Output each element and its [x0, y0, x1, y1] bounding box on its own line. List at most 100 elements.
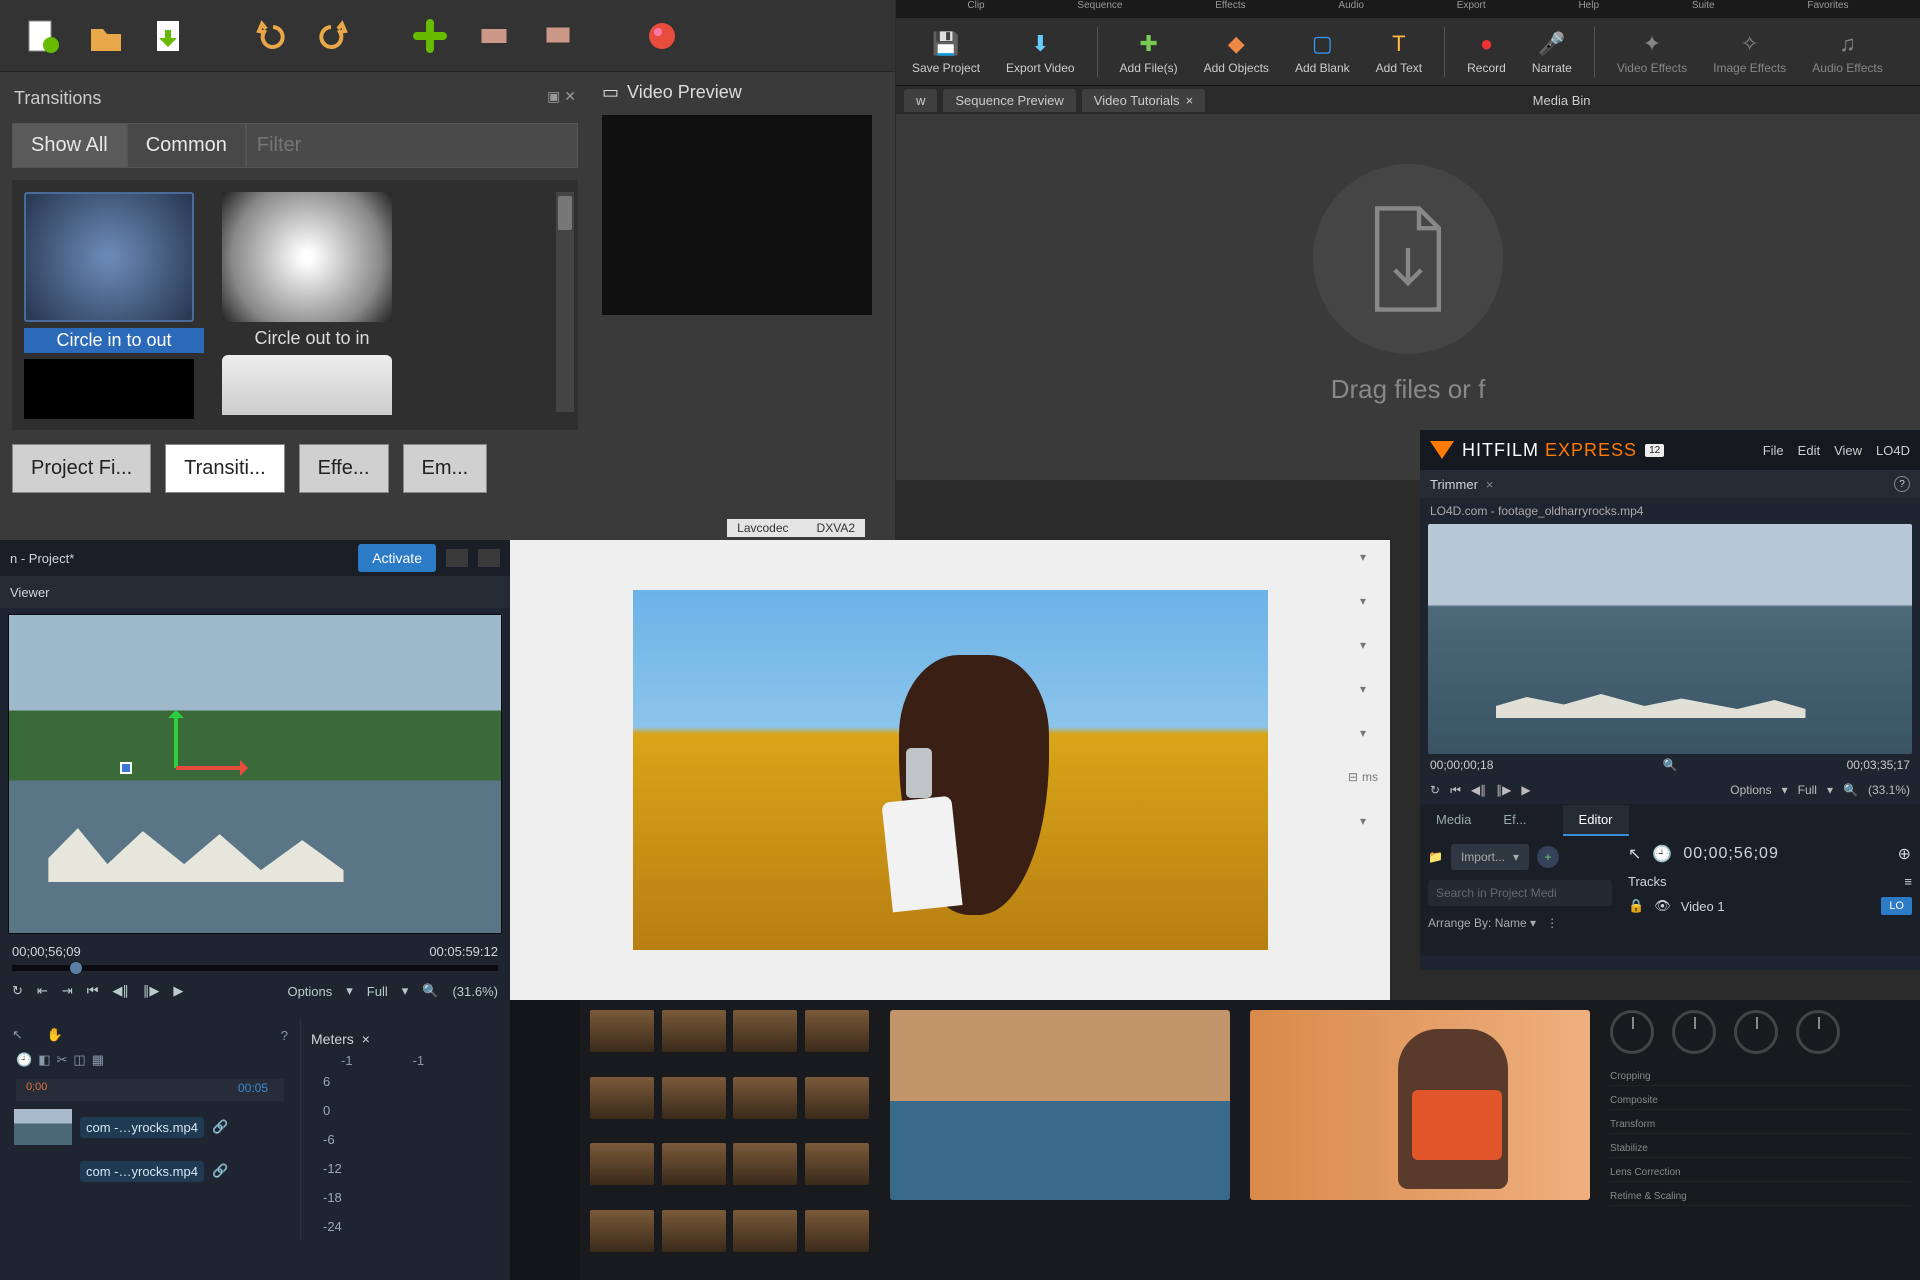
thumb[interactable]	[805, 1210, 869, 1252]
color-wheel[interactable]	[1796, 1010, 1840, 1054]
tab-sequence-preview[interactable]: Sequence Preview	[943, 89, 1075, 112]
thumb[interactable]	[662, 1210, 726, 1252]
tab-common[interactable]: Common	[127, 123, 246, 168]
tab-effects[interactable]: Ef...	[1487, 805, 1542, 836]
step-fwd-icon[interactable]: ∥▶	[143, 983, 160, 999]
step-back-icon[interactable]: ◀∥	[112, 983, 129, 999]
inspector-row[interactable]: Transform	[1610, 1116, 1910, 1134]
media-search[interactable]: Search in Project Medi	[1428, 880, 1612, 906]
tool-icon[interactable]: ◫	[73, 1052, 85, 1068]
menu-item[interactable]: Sequence	[1077, 0, 1122, 18]
link-icon[interactable]: 🔗	[212, 1163, 228, 1179]
dropdown-handle[interactable]: ▾	[1360, 814, 1366, 828]
menu-item[interactable]: Audio	[1338, 0, 1364, 18]
redo-icon[interactable]	[310, 12, 358, 60]
zoom-icon[interactable]: 🔍	[1843, 783, 1858, 797]
tab-project-files[interactable]: Project Fi...	[12, 444, 151, 493]
menu-item[interactable]: Suite	[1692, 0, 1715, 18]
dropdown-handle[interactable]: ▾	[1360, 594, 1366, 608]
color-wheel[interactable]	[1734, 1010, 1778, 1054]
timeline-clip[interactable]: com -…yrocks.mp4 🔗	[8, 1149, 292, 1193]
play-icon[interactable]: ▶	[1521, 783, 1530, 797]
step-fwd-icon[interactable]: ∥▶	[1496, 783, 1511, 797]
transition-item[interactable]: Circle out to in	[222, 192, 402, 418]
undo-icon[interactable]	[246, 12, 294, 60]
transition-item[interactable]: Circle in to out	[24, 192, 204, 418]
export-video-button[interactable]: ⬇Export Video	[996, 23, 1085, 81]
tab-media[interactable]: Media	[1420, 805, 1487, 836]
menu-file[interactable]: File	[1763, 443, 1784, 458]
record-icon[interactable]	[638, 12, 686, 60]
add-objects-button[interactable]: ◆Add Objects	[1194, 23, 1279, 81]
anchor-handle[interactable]	[120, 762, 132, 774]
color-wheel[interactable]	[1672, 1010, 1716, 1054]
zoom-icon[interactable]: 🔍	[1663, 758, 1678, 772]
chevron-down-icon[interactable]: ▾	[1827, 783, 1833, 797]
track-name[interactable]: Video 1	[1681, 899, 1725, 914]
step-back-icon[interactable]: ◀∥	[1471, 783, 1486, 797]
maximize-icon[interactable]	[478, 549, 500, 567]
thumb[interactable]	[662, 1143, 726, 1185]
in-point-icon[interactable]: ⇤	[37, 983, 48, 999]
arrange-by[interactable]: Arrange By: Name ▾ ⋮	[1428, 916, 1612, 930]
thumb[interactable]	[662, 1010, 726, 1052]
close-icon[interactable]: ×	[1486, 477, 1494, 492]
chevron-down-icon[interactable]: ▾	[402, 983, 409, 999]
link-icon[interactable]: 🔗	[212, 1119, 228, 1135]
x-axis-handle[interactable]	[176, 766, 246, 770]
inspector-row[interactable]: Composite	[1610, 1092, 1910, 1110]
loop-icon[interactable]: ↻	[12, 983, 23, 999]
scrub-bar[interactable]	[12, 965, 498, 971]
thumb[interactable]	[590, 1077, 654, 1119]
media-bin-dropzone[interactable]: Drag files or f	[896, 114, 1920, 454]
chevron-down-icon[interactable]: ▾	[346, 983, 353, 999]
chevron-down-icon[interactable]: ▾	[1782, 783, 1788, 797]
dropdown-handle[interactable]: ▾	[1360, 682, 1366, 696]
add-icon[interactable]	[406, 12, 454, 60]
tab-editor[interactable]: Editor	[1563, 805, 1629, 836]
save-file-icon[interactable]	[146, 12, 194, 60]
clip-chip[interactable]: LO	[1881, 897, 1912, 915]
tool-icon[interactable]: ◧	[38, 1052, 50, 1068]
image-effects-button[interactable]: ✧Image Effects	[1703, 23, 1796, 81]
zoom-icon[interactable]: 🔍	[422, 983, 438, 999]
inspector-row[interactable]: Retime & Scaling	[1610, 1188, 1910, 1206]
play-icon[interactable]: ▶	[173, 983, 183, 999]
clock-icon[interactable]: 🕘	[16, 1052, 32, 1068]
minimize-icon[interactable]	[446, 549, 468, 567]
thumb[interactable]	[805, 1077, 869, 1119]
program-image[interactable]	[1250, 1010, 1590, 1200]
preview-maximize-icon[interactable]: ▭	[602, 82, 619, 103]
timeline-clip[interactable]: com -…yrocks.mp4 🔗	[8, 1105, 292, 1149]
thumb[interactable]	[590, 1010, 654, 1052]
thumb[interactable]	[733, 1143, 797, 1185]
add-files-button[interactable]: ✚Add File(s)	[1110, 23, 1188, 81]
thumb[interactable]	[662, 1077, 726, 1119]
tool-icon[interactable]: ✂	[56, 1052, 67, 1068]
hand-icon[interactable]: ✋	[47, 1027, 63, 1043]
lock-icon[interactable]: 🔒	[1628, 898, 1644, 914]
tracks-menu-icon[interactable]: ≡	[1904, 874, 1912, 889]
record-button[interactable]: ●Record	[1457, 23, 1516, 81]
slider-handle[interactable]: ⊟	[1348, 770, 1358, 784]
options-dropdown[interactable]: Options	[287, 984, 332, 999]
tab-w[interactable]: w	[904, 89, 937, 112]
menu-view[interactable]: View	[1834, 443, 1862, 458]
thumb[interactable]	[733, 1077, 797, 1119]
pointer-icon[interactable]: ↖	[12, 1027, 23, 1043]
filmstrip-icon[interactable]	[470, 12, 518, 60]
new-item-button[interactable]: +	[1537, 846, 1559, 868]
prev-icon[interactable]: ⏮	[87, 983, 99, 999]
out-point-icon[interactable]: ⇥	[62, 983, 73, 999]
close-icon[interactable]: ×	[362, 1031, 370, 1047]
new-file-icon[interactable]	[18, 12, 66, 60]
source-image[interactable]	[890, 1010, 1230, 1200]
timeline-ruler[interactable]: 0;00 00:05	[16, 1079, 284, 1101]
thumb[interactable]	[590, 1210, 654, 1252]
dropdown-handle[interactable]: ▾	[1360, 726, 1366, 740]
menu-edit[interactable]: Edit	[1798, 443, 1820, 458]
transitions-filter[interactable]	[246, 123, 578, 168]
video-effects-button[interactable]: ✦Video Effects	[1607, 23, 1697, 81]
inspector-row[interactable]: Stabilize	[1610, 1140, 1910, 1158]
add-track-icon[interactable]: ⊕	[1898, 844, 1912, 864]
